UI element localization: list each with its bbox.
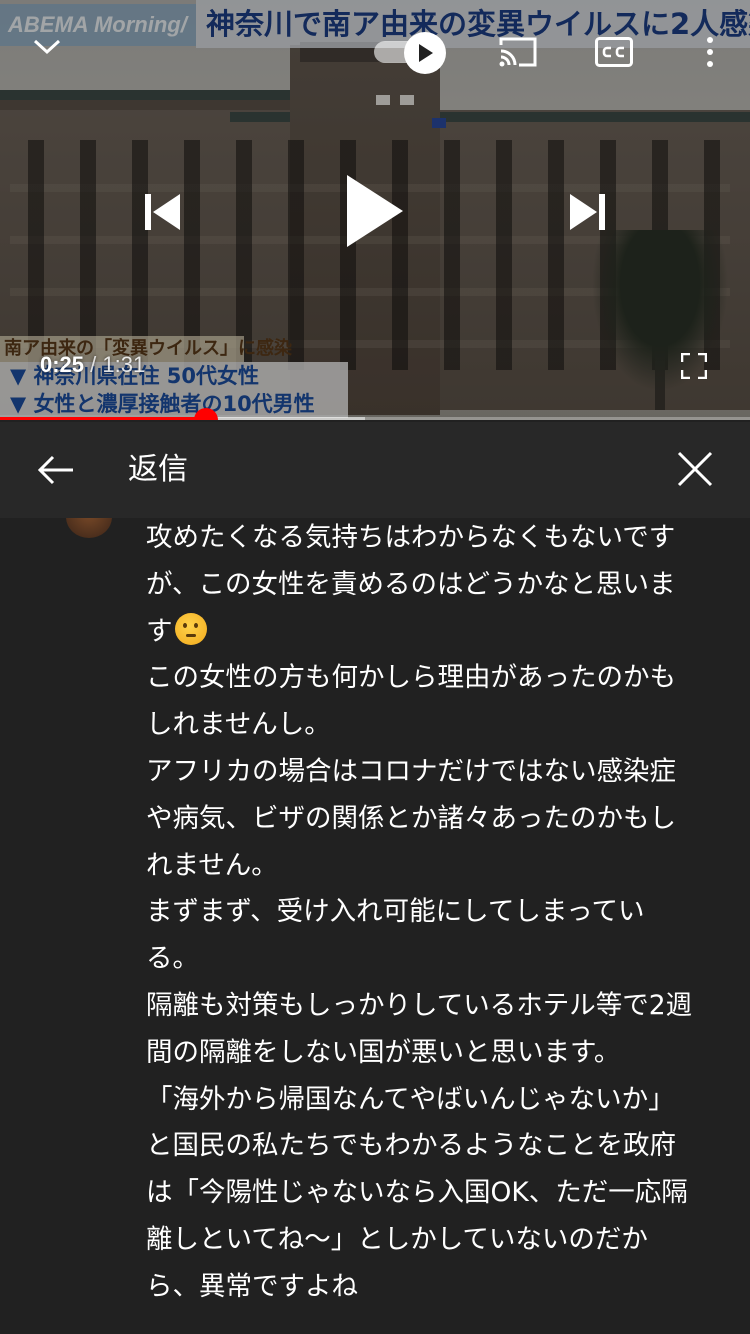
duration: 1:31 <box>102 352 146 377</box>
comment-line: 「海外から帰国なんてやばいんじゃないか」 <box>146 1083 675 1115</box>
cast-button[interactable] <box>496 34 540 70</box>
reply-header: 返信 <box>0 422 750 518</box>
video-player[interactable]: ABEMA Morning/ 神奈川で南ア由来の変異ウイルスに2人感染 南ア由来… <box>0 0 750 420</box>
autoplay-knob[interactable] <box>404 32 446 74</box>
autoplay-play-icon <box>419 44 433 62</box>
time-separator: / <box>90 352 97 377</box>
thinking-face-emoji <box>174 612 207 645</box>
comment-text: 攻めたくなる気持ちはわからなくもないです が、この女性を責めるのはどうかなと思い… <box>146 515 726 1311</box>
reply-title: 返信 <box>128 452 188 487</box>
next-icon <box>570 194 605 230</box>
more-options-button[interactable] <box>700 34 720 70</box>
comment-line: まずまず、受け入れ可能にしてしまってい <box>146 896 645 928</box>
next-button[interactable] <box>564 188 612 236</box>
comment-line: や病気、ビザの関係とか諸々あったのかもし <box>146 802 676 834</box>
comment-line: れません。 <box>146 849 278 881</box>
minimize-button[interactable] <box>28 32 66 62</box>
cast-icon <box>499 37 537 67</box>
progress-bar[interactable] <box>0 417 750 420</box>
arrow-left-icon <box>37 455 73 485</box>
more-icon <box>707 37 713 67</box>
comment-line: す <box>146 609 726 656</box>
comment-line: は「今陽性じゃないなら入国OK、ただ一応隔 <box>146 1177 688 1209</box>
play-button[interactable] <box>338 168 412 254</box>
comment-line: ら、異常ですよね <box>146 1270 358 1302</box>
comment-line: しれませんし。 <box>146 709 331 741</box>
comment-line: と国民の私たちでもわかるようなことを政府 <box>146 1130 676 1162</box>
comment-line: アフリカの場合はコロナだけではない感染症 <box>146 755 676 787</box>
play-icon <box>347 175 403 247</box>
chevron-down-icon <box>33 39 61 55</box>
cc-icon <box>595 37 633 67</box>
comment-line: る。 <box>146 943 199 975</box>
time-display: 0:25 / 1:31 <box>40 352 145 378</box>
comment-line: 離しといてね〜」としかしていないのだか <box>146 1223 648 1255</box>
comment-line: が、この女性を責めるのはどうかなと思いま <box>146 568 676 600</box>
previous-icon <box>145 194 180 230</box>
comment-line: 隔離も対策もしっかりしているホテル等で2週 <box>146 989 693 1021</box>
previous-button[interactable] <box>138 188 186 236</box>
close-button[interactable] <box>672 446 718 492</box>
captions-button[interactable] <box>595 36 633 68</box>
close-icon <box>677 451 713 487</box>
current-time: 0:25 <box>40 352 85 377</box>
fullscreen-icon <box>681 353 707 379</box>
played-bar <box>0 417 207 420</box>
comment-line: 攻めたくなる気持ちはわからなくもないです <box>146 522 676 553</box>
comment-line: 間の隔離をしない国が悪いと思います。 <box>146 1036 621 1068</box>
fullscreen-button[interactable] <box>680 352 708 380</box>
comment-line-text: す <box>146 615 173 647</box>
comment-line: この女性の方も何かしら理由があったのかも <box>146 662 676 694</box>
back-button[interactable] <box>34 448 78 492</box>
